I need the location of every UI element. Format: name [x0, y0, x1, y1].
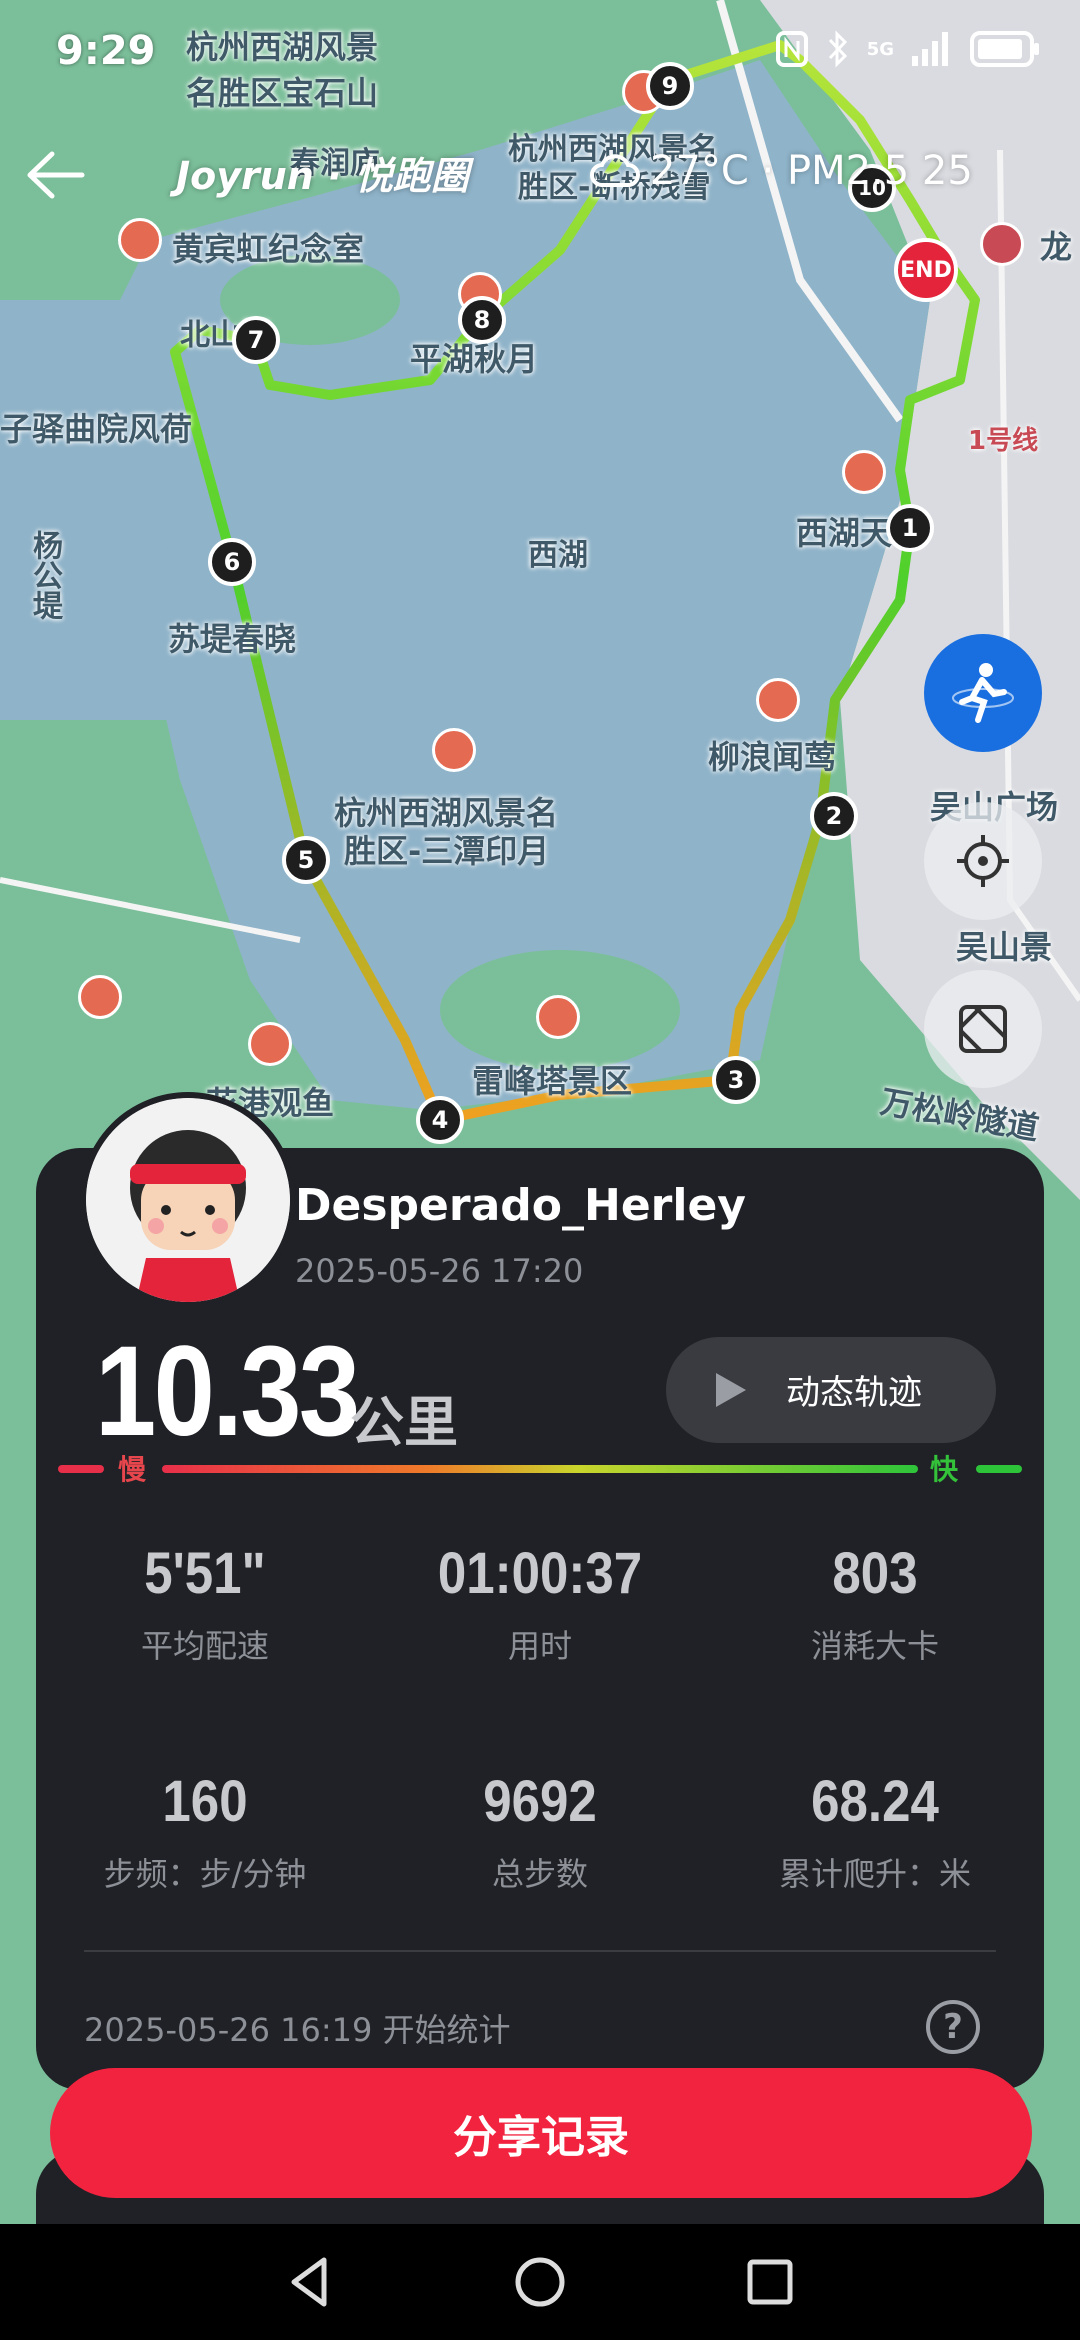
weather-info: 27°C · PM2.5 25 — [590, 148, 973, 194]
bluetooth-icon — [828, 30, 847, 68]
nfc-icon — [775, 31, 808, 67]
map-label: 苏堤春晓 — [168, 620, 297, 658]
play-icon — [716, 1373, 746, 1407]
avatar[interactable] — [80, 1092, 296, 1308]
route-end-marker[interactable]: END — [894, 238, 958, 302]
route-marker-6[interactable]: 6 — [208, 538, 256, 586]
map-label: 龙 — [1040, 228, 1073, 266]
locate-button[interactable] — [924, 802, 1042, 920]
pace-gradient-bar — [58, 1465, 1022, 1473]
poi-pin — [118, 218, 162, 262]
avatar-illustration — [86, 1098, 290, 1302]
stat-value: 01:00:37 — [437, 1541, 643, 1606]
username[interactable]: Desperado_Herley — [295, 1180, 746, 1231]
track-replay-button[interactable]: 动态轨迹 — [666, 1337, 996, 1443]
map-label: 胜区-三潭印月 — [344, 832, 550, 870]
poi-pin — [536, 995, 580, 1039]
nav-back-icon[interactable] — [280, 2252, 340, 2312]
pace-slow-label: 慢 — [118, 1453, 147, 1486]
start-time-text: 2025-05-26 16:19 开始统计 — [84, 2011, 511, 2049]
divider — [84, 1950, 996, 1952]
help-icon[interactable]: ? — [926, 2000, 980, 2054]
stat-duration: 01:00:37 用时 — [375, 1540, 705, 1667]
poi-pin — [248, 1022, 292, 1066]
route-marker-4[interactable]: 4 — [416, 1096, 464, 1144]
stat-cadence: 160 步频：步/分钟 — [40, 1768, 370, 1895]
stat-calories: 803 消耗大卡 — [710, 1540, 1040, 1667]
nav-recents-icon[interactable] — [740, 2252, 800, 2312]
route-marker-8[interactable]: 8 — [458, 296, 506, 344]
stat-value: 160 — [162, 1769, 248, 1834]
map-label: 杨公堤 — [27, 530, 62, 620]
distance-unit: 公里 — [350, 1391, 458, 1454]
map-label: 雷峰塔景区 — [472, 1062, 633, 1100]
stat-label: 步频：步/分钟 — [103, 1855, 307, 1893]
system-icons: 5G — [775, 30, 1040, 68]
share-record-button[interactable]: 分享记录 — [50, 2068, 1032, 2198]
distance-value: 10.33 — [95, 1320, 360, 1463]
status-bar: 9:29 5G — [0, 0, 1080, 110]
map-layer-button[interactable] — [924, 970, 1042, 1088]
stat-label: 消耗大卡 — [810, 1627, 939, 1665]
crosshair-icon — [957, 835, 1009, 887]
cloud-icon — [590, 154, 640, 187]
route-marker-7[interactable]: 7 — [232, 316, 280, 364]
map-label: 西湖 — [528, 538, 588, 573]
route-marker-3[interactable]: 3 — [712, 1056, 760, 1104]
map-layer-icon — [959, 1005, 1007, 1053]
stat-value: 68.24 — [811, 1769, 939, 1834]
status-time: 9:29 — [56, 28, 156, 74]
network-type: 5G — [866, 38, 894, 60]
metro-pin — [980, 222, 1024, 266]
map-label: 柳浪闻莺 — [708, 738, 837, 776]
pace-fast-label: 快 — [930, 1453, 959, 1486]
back-button[interactable] — [22, 140, 92, 210]
poi-pin — [756, 678, 800, 722]
signal-icon — [912, 32, 948, 66]
track-replay-label: 动态轨迹 — [786, 1373, 922, 1413]
stat-avg-pace: 5'51" 平均配速 — [40, 1540, 370, 1667]
app-brand: Joyrun · 悦跑圈 — [176, 154, 469, 198]
map-label: 子驿曲院风荷 — [0, 410, 193, 448]
running-mode-button[interactable] — [924, 634, 1042, 752]
runner-icon — [952, 663, 1014, 723]
stat-steps: 9692 总步数 — [375, 1768, 705, 1895]
map-label: 黄宾虹纪念室 — [172, 230, 365, 268]
nav-home-icon[interactable] — [510, 2252, 570, 2312]
map-label: 吴山景 — [956, 928, 1053, 966]
stat-label: 用时 — [507, 1627, 572, 1665]
stat-value: 803 — [832, 1541, 918, 1606]
stat-value: 5'51" — [144, 1541, 266, 1606]
route-marker-1[interactable]: 1 — [886, 504, 934, 552]
stat-label: 平均配速 — [140, 1627, 269, 1665]
system-nav-bar — [0, 2224, 1080, 2340]
poi-pin — [432, 728, 476, 772]
weather-text: 27°C · PM2.5 25 — [650, 148, 973, 194]
battery-icon — [970, 31, 1039, 67]
poi-pin — [78, 975, 122, 1019]
stat-label: 累计爬升：米 — [778, 1855, 971, 1893]
stat-label: 总步数 — [491, 1855, 588, 1893]
route-marker-5[interactable]: 5 — [282, 836, 330, 884]
stat-value: 9692 — [483, 1769, 597, 1834]
map-label: 1号线 — [968, 426, 1039, 456]
stat-elevation: 68.24 累计爬升：米 — [710, 1768, 1040, 1895]
run-datetime: 2025-05-26 17:20 — [295, 1252, 584, 1290]
arrow-left-icon — [27, 151, 85, 199]
route-marker-2[interactable]: 2 — [810, 792, 858, 840]
poi-pin — [842, 450, 886, 494]
